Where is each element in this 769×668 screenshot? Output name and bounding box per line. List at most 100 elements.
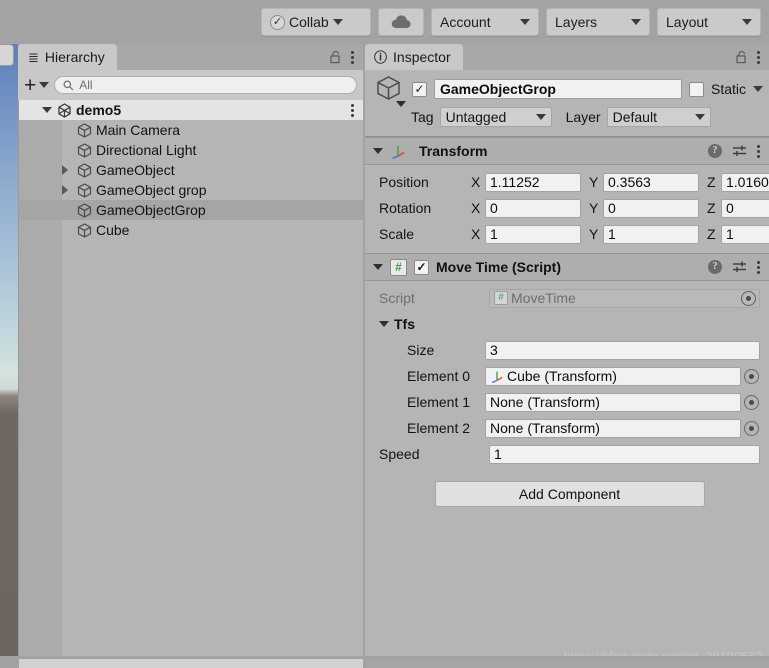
kebab-menu-icon[interactable] <box>351 50 354 64</box>
kebab-menu-icon[interactable] <box>757 144 760 158</box>
kebab-menu-icon[interactable] <box>351 104 354 117</box>
hierarchy-row[interactable]: GameObject grop <box>19 180 363 200</box>
lock-open-icon[interactable] <box>736 50 748 64</box>
kebab-menu-icon[interactable] <box>757 50 760 64</box>
inspector-content: ✓ GameObjectGrop ✓ Static Tag Untagged L… <box>365 70 769 668</box>
hierarchy-row[interactable]: Cube <box>19 220 363 240</box>
tfs-element-label: Element 2 <box>407 420 471 436</box>
script-ref-value: MoveTime <box>511 290 576 306</box>
tfs-element-field[interactable]: None (Transform) <box>485 392 741 412</box>
position-y-field[interactable]: 0.3563 <box>603 172 699 192</box>
scale-z-field[interactable]: 1 <box>721 224 769 244</box>
position-x-field[interactable]: 1.11252 <box>485 172 581 192</box>
tfs-element-row: Element 2 None (Transform) <box>379 415 760 441</box>
account-button[interactable]: Account <box>431 8 539 36</box>
script-enabled-checkbox[interactable]: ✓ <box>414 259 429 275</box>
gameobject-active-checkbox[interactable]: ✓ <box>412 81 427 97</box>
hierarchy-row[interactable]: Main Camera <box>19 120 363 140</box>
object-picker-icon[interactable] <box>744 420 759 436</box>
add-component-button[interactable]: Add Component <box>434 481 705 507</box>
preset-sliders-icon[interactable] <box>732 144 747 158</box>
foldout-triangle-right-icon[interactable] <box>62 165 68 175</box>
cs-script-icon: # <box>390 258 407 276</box>
add-component-label: Add Component <box>518 486 621 502</box>
hierarchy-list-icon: ≣ <box>28 49 39 65</box>
speed-label: Speed <box>379 446 420 462</box>
inspector-tab-row: ⓘ Inspector <box>365 44 769 70</box>
tfs-element-value: None (Transform) <box>490 420 600 436</box>
hierarchy-tab-label: Hierarchy <box>44 49 105 65</box>
foldout-triangle-icon[interactable] <box>373 148 383 154</box>
transform-component-header[interactable]: Transform ? <box>365 137 769 165</box>
tfs-size-field[interactable]: 3 <box>485 340 760 360</box>
axis-y-label: Y <box>589 174 599 190</box>
transform-scale-row: Scale X 1 Y 1 Z 1 <box>379 221 769 247</box>
object-picker-icon[interactable] <box>744 394 759 410</box>
lock-open-icon[interactable] <box>330 50 342 64</box>
vector3-field: X0Y0Z0 <box>471 198 769 218</box>
cloud-services-button[interactable] <box>378 8 424 36</box>
twisty-slot <box>42 107 56 113</box>
chevron-down-icon <box>39 82 50 88</box>
tab-inspector[interactable]: ⓘ Inspector <box>365 44 463 70</box>
gameobject-icon <box>77 122 92 138</box>
rotation-y-field[interactable]: 0 <box>603 198 699 218</box>
layers-button[interactable]: Layers <box>546 8 650 36</box>
tfs-array-foldout[interactable]: Tfs <box>379 311 760 337</box>
chevron-down-icon[interactable] <box>396 101 406 107</box>
transform-position-row: Position X1.11252 Y0.3563 Z 1.01601 <box>379 169 769 195</box>
rotation-z-field[interactable]: 0 <box>721 198 769 218</box>
layer-dropdown[interactable]: Default <box>606 107 711 127</box>
hierarchy-tab-actions <box>330 44 363 70</box>
hierarchy-row[interactable]: Directional Light <box>19 140 363 160</box>
layout-button[interactable]: Layout <box>657 8 761 36</box>
chevron-down-icon[interactable] <box>753 86 763 92</box>
kebab-menu-icon[interactable] <box>757 260 760 274</box>
transform-row-label: Position <box>379 174 429 190</box>
script-ref-field[interactable]: # MoveTime <box>489 288 760 308</box>
rotation-x-field[interactable]: 0 <box>485 198 581 218</box>
hierarchy-row[interactable]: GameObject <box>19 160 363 180</box>
hierarchy-row-label: GameObjectGrop <box>96 202 206 218</box>
hierarchy-row-label: Directional Light <box>96 142 197 158</box>
foldout-triangle-right-icon[interactable] <box>62 185 68 195</box>
scene-view-sliver[interactable] <box>0 44 18 668</box>
foldout-triangle-icon[interactable] <box>373 264 383 270</box>
chevron-down-icon <box>742 19 752 25</box>
inspector-tab-actions <box>736 44 769 70</box>
tab-hierarchy[interactable]: ≣ Hierarchy <box>18 44 117 70</box>
layout-label: Layout <box>666 14 709 30</box>
gameobject-icon <box>77 202 92 218</box>
object-picker-icon[interactable] <box>741 290 756 306</box>
cs-script-icon: # <box>494 291 508 305</box>
speed-field[interactable]: 1 <box>489 444 760 464</box>
hierarchy-row[interactable]: demo5 <box>19 100 363 120</box>
help-icon[interactable]: ? <box>708 260 722 274</box>
static-checkbox[interactable]: ✓ <box>688 81 704 97</box>
info-icon: ⓘ <box>374 49 388 65</box>
gameobject-name-field[interactable]: GameObjectGrop <box>434 79 682 99</box>
tag-value: Untagged <box>445 109 507 125</box>
script-component-header[interactable]: # ✓ Move Time (Script) ? <box>365 253 769 281</box>
account-label: Account <box>440 14 491 30</box>
script-label: Script <box>379 290 415 306</box>
tfs-element-field[interactable]: None (Transform) <box>485 418 741 438</box>
hierarchy-row[interactable]: GameObjectGrop <box>19 200 363 220</box>
tag-dropdown[interactable]: Untagged <box>439 107 552 127</box>
layer-label: Layer <box>565 109 601 125</box>
object-picker-icon[interactable] <box>744 368 759 384</box>
collab-button[interactable]: ✓ Collab <box>261 8 371 36</box>
axis-x-label: X <box>471 226 481 242</box>
layer-value: Default <box>612 109 657 125</box>
create-object-button[interactable]: + <box>24 75 50 96</box>
scale-y-field[interactable]: 1 <box>603 224 699 244</box>
scale-x-field[interactable]: 1 <box>485 224 581 244</box>
foldout-triangle-icon[interactable] <box>42 107 52 113</box>
tfs-element-field[interactable]: Cube (Transform) <box>485 366 741 386</box>
preset-sliders-icon[interactable] <box>732 260 747 274</box>
transform-row-label: Rotation <box>379 200 432 216</box>
position-z-field[interactable]: 1.01601 <box>721 172 769 192</box>
axis-x-label: X <box>471 174 481 190</box>
search-input[interactable]: All <box>54 76 357 94</box>
help-icon[interactable]: ? <box>708 144 722 158</box>
